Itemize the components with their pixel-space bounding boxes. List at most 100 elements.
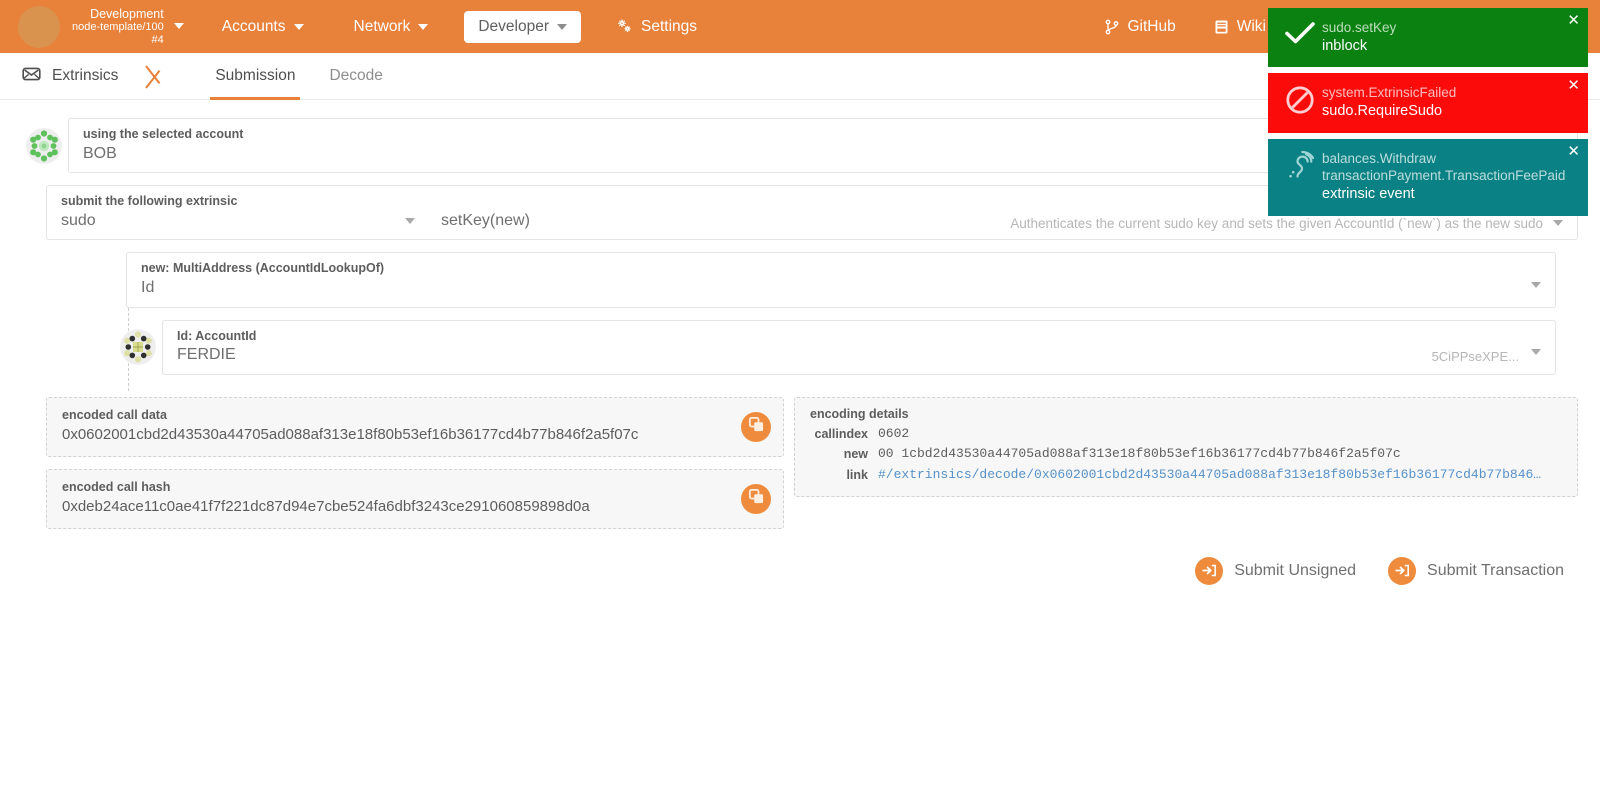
tab-label: Decode xyxy=(329,67,383,84)
copy-call-data-button[interactable] xyxy=(741,411,771,442)
chain-selector[interactable]: Development node-template/100 #4 xyxy=(72,7,186,46)
chevron-down-icon xyxy=(173,23,184,30)
nav-item-accounts[interactable]: Accounts xyxy=(208,11,318,43)
toast-body: system.ExtrinsicFailed sudo.RequireSudo xyxy=(1322,83,1574,120)
avatar[interactable] xyxy=(26,127,62,164)
copy-call-hash-button[interactable] xyxy=(741,483,771,514)
detail-value: 0602 xyxy=(878,425,910,441)
toast-extrinsic-event[interactable]: balances.Withdraw transactionPayment.Tra… xyxy=(1268,138,1588,216)
toast-title: system.ExtrinsicFailed xyxy=(1322,85,1457,101)
encoding-details-panel: encoding details callindex 0602 new 00 1… xyxy=(794,396,1578,497)
submit-unsigned-label: Submit Unsigned xyxy=(1234,561,1357,579)
chain-node: node-template/100 xyxy=(72,21,164,34)
encoding-panels: encoded call data 0x0602001cbd2d43530a44… xyxy=(46,396,1578,529)
chain-name: Development xyxy=(90,7,164,22)
toast-status: inblock xyxy=(1322,37,1368,54)
method-value: setKey(new) xyxy=(441,211,530,229)
detail-key: link xyxy=(846,467,868,482)
detail-value-link[interactable]: #/extrinsics/decode/0x0602001cbd2d43530a… xyxy=(878,465,1541,485)
toast-title-secondary: transactionPayment.TransactionFeePaid xyxy=(1322,168,1566,184)
breadcrumb-chevron-icon xyxy=(144,53,180,99)
chevron-down-icon xyxy=(418,23,429,30)
nav-item-label: Settings xyxy=(641,17,698,35)
submit-unsigned-button[interactable]: Submit Unsigned xyxy=(1195,556,1357,585)
assistive-listening-icon xyxy=(1278,149,1322,181)
encoded-panel: encoded call data 0x0602001cbd2d43530a44… xyxy=(46,396,784,529)
toast-body: sudo.setKey inblock xyxy=(1322,18,1574,55)
multiaddress-card-inner: new: MultiAddress (AccountIdLookupOf) Id xyxy=(127,253,1555,306)
method-select[interactable]: setKey(new) xyxy=(427,186,544,239)
sign-in-icon xyxy=(1388,556,1417,585)
ban-icon xyxy=(1278,83,1322,115)
chevron-down-icon xyxy=(1553,220,1563,227)
book-icon xyxy=(1214,19,1229,35)
chain-avatar xyxy=(18,5,60,48)
accountid-card-inner: Id: AccountId FERDIE xyxy=(163,321,1555,374)
nav-item-label: Accounts xyxy=(221,17,286,35)
multiaddress-row: new: MultiAddress (AccountIdLookupOf) Id xyxy=(126,252,1556,308)
encoding-details-title: encoding details xyxy=(810,406,909,421)
detail-row-callindex: callindex 0602 xyxy=(810,424,1562,444)
toast-stack: sudo.setKey inblock ✕ system.ExtrinsicFa… xyxy=(1268,8,1588,216)
encoded-call-hash-value: 0xdeb24ace11c0ae41f7f221dc87d94e7cbe524f… xyxy=(62,498,590,516)
chevron-down-icon xyxy=(405,218,415,225)
copy-icon xyxy=(748,488,764,509)
nav-link-wiki[interactable]: Wiki xyxy=(1210,11,1270,43)
detail-row-link: link #/extrinsics/decode/0x0602001cbd2d4… xyxy=(810,465,1562,485)
page-title: Extrinsics xyxy=(0,53,144,99)
encoded-call-hash-label: encoded call hash xyxy=(62,479,171,494)
nav-item-label: Developer xyxy=(478,17,550,35)
chevron-down-icon xyxy=(1531,281,1541,288)
nav-link-label: GitHub xyxy=(1127,17,1176,35)
avatar[interactable] xyxy=(120,329,156,366)
encoding-details-box: encoding details callindex 0602 new 00 1… xyxy=(794,396,1578,497)
pallet-select[interactable]: submit the following extrinsic sudo xyxy=(47,186,427,239)
encoded-call-data-box: encoded call data 0x0602001cbd2d43530a44… xyxy=(46,396,784,457)
toast-extrinsic-failed[interactable]: system.ExtrinsicFailed sudo.RequireSudo … xyxy=(1268,73,1588,133)
multiaddress-card[interactable]: new: MultiAddress (AccountIdLookupOf) Id xyxy=(126,252,1556,308)
extrinsic-docs-text: Authenticates the current sudo key and s… xyxy=(1010,216,1543,232)
accountid-row: Id: AccountId FERDIE 5CiPPseXPE... xyxy=(120,307,1556,391)
nav-item-label: Network xyxy=(353,17,411,35)
close-icon[interactable]: ✕ xyxy=(1567,13,1580,28)
copy-icon xyxy=(748,416,764,437)
tab-list: Submission Decode xyxy=(198,53,400,100)
tab-submission[interactable]: Submission xyxy=(198,53,312,100)
encoded-call-data-value: 0x0602001cbd2d43530a44705ad088af313e18f8… xyxy=(62,426,639,444)
page-title-label: Extrinsics xyxy=(52,67,119,84)
nav-item-settings[interactable]: Settings xyxy=(603,11,711,43)
sign-in-icon xyxy=(1195,556,1224,585)
tab-decode[interactable]: Decode xyxy=(312,53,399,99)
submit-transaction-label: Submit Transaction xyxy=(1427,561,1564,579)
chevron-down-icon xyxy=(293,23,304,30)
encoded-call-hash-box: encoded call hash 0xdeb24ace11c0ae41f7f2… xyxy=(46,468,784,529)
git-branch-icon xyxy=(1105,19,1119,35)
toast-status: sudo.RequireSudo xyxy=(1322,102,1443,119)
identicon-bob xyxy=(26,127,62,164)
detail-row-new: new 00 1cbd2d43530a44705ad088af313e18f80… xyxy=(810,444,1562,464)
nav-item-network[interactable]: Network xyxy=(340,11,443,43)
accountid-value: FERDIE xyxy=(177,346,236,364)
toast-body: balances.Withdraw transactionPayment.Tra… xyxy=(1322,149,1574,204)
close-icon[interactable]: ✕ xyxy=(1567,78,1580,93)
submit-transaction-button[interactable]: Submit Transaction xyxy=(1388,556,1564,585)
submit-button-row: Submit Unsigned Submit Transaction xyxy=(0,556,1564,585)
chevron-down-icon xyxy=(1531,348,1541,355)
check-icon xyxy=(1278,18,1322,46)
accountid-card[interactable]: Id: AccountId FERDIE 5CiPPseXPE... xyxy=(162,319,1556,375)
nav-item-developer[interactable]: Developer xyxy=(464,10,582,43)
extrinsic-label: submit the following extrinsic xyxy=(61,194,238,209)
detail-key: new xyxy=(843,447,868,462)
toast-title: sudo.setKey xyxy=(1322,20,1397,35)
toast-status-inblock[interactable]: sudo.setKey inblock ✕ xyxy=(1268,8,1588,68)
nav-link-label: Wiki xyxy=(1236,17,1266,35)
encoded-call-data-label: encoded call data xyxy=(62,407,167,422)
toast-title: balances.Withdraw xyxy=(1322,150,1437,166)
identicon-ferdie xyxy=(120,329,156,366)
multiaddress-label: new: MultiAddress (AccountIdLookupOf) xyxy=(141,261,385,276)
close-icon[interactable]: ✕ xyxy=(1567,144,1580,159)
nav-link-github[interactable]: GitHub xyxy=(1101,11,1179,43)
detail-value: 00 1cbd2d43530a44705ad088af313e18f80b53e… xyxy=(878,446,1401,462)
pallet-value: sudo xyxy=(61,211,96,229)
multiaddress-value: Id xyxy=(141,279,155,297)
